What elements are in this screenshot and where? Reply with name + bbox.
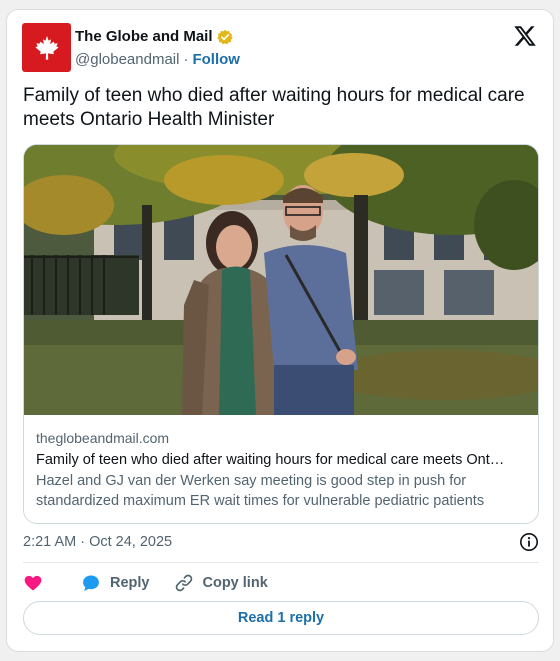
author-name-row: The Globe and Mail [75, 28, 233, 45]
separator-dot: · [183, 51, 189, 68]
copy-link-label: Copy link [202, 575, 268, 591]
avatar[interactable] [22, 23, 71, 72]
embedded-post-card: The Globe and Mail @globeandmail · Follo… [6, 9, 554, 652]
author-handle[interactable]: @globeandmail [75, 51, 179, 68]
article-photo [24, 145, 538, 415]
read-replies-button[interactable]: Read 1 reply [23, 601, 539, 635]
divider [23, 562, 539, 563]
post-timestamp[interactable]: 2:21 AM · Oct 24, 2025 [23, 534, 172, 550]
copy-link-button[interactable]: Copy link [174, 573, 268, 593]
like-button[interactable] [23, 573, 43, 593]
maple-leaf-icon [34, 35, 59, 60]
link-description: Hazel and GJ van der Werken say meeting … [36, 473, 485, 509]
reply-button[interactable]: Reply [81, 573, 150, 593]
author-handle-row: @globeandmail · Follow [75, 51, 240, 68]
post-meta-row: 2:21 AM · Oct 24, 2025 [23, 532, 539, 554]
follow-button[interactable]: Follow [192, 51, 240, 68]
x-logo-icon[interactable] [513, 24, 537, 48]
link-title: Family of teen who died after waiting ho… [36, 452, 505, 468]
info-icon[interactable] [519, 532, 539, 552]
link-domain: theglobeandmail.com [36, 430, 170, 446]
action-bar: Reply Copy link [23, 571, 268, 595]
link-preview-body: theglobeandmail.com Family of teen who d… [24, 415, 538, 511]
reply-bubble-icon [83, 575, 99, 591]
heart-icon [24, 575, 42, 591]
link-preview-card[interactable]: theglobeandmail.com Family of teen who d… [23, 144, 539, 524]
verified-badge-icon [216, 29, 233, 44]
post-text: Family of teen who died after waiting ho… [23, 85, 525, 130]
reply-label: Reply [110, 575, 150, 591]
link-icon [175, 574, 192, 592]
author-name[interactable]: The Globe and Mail [75, 28, 213, 45]
